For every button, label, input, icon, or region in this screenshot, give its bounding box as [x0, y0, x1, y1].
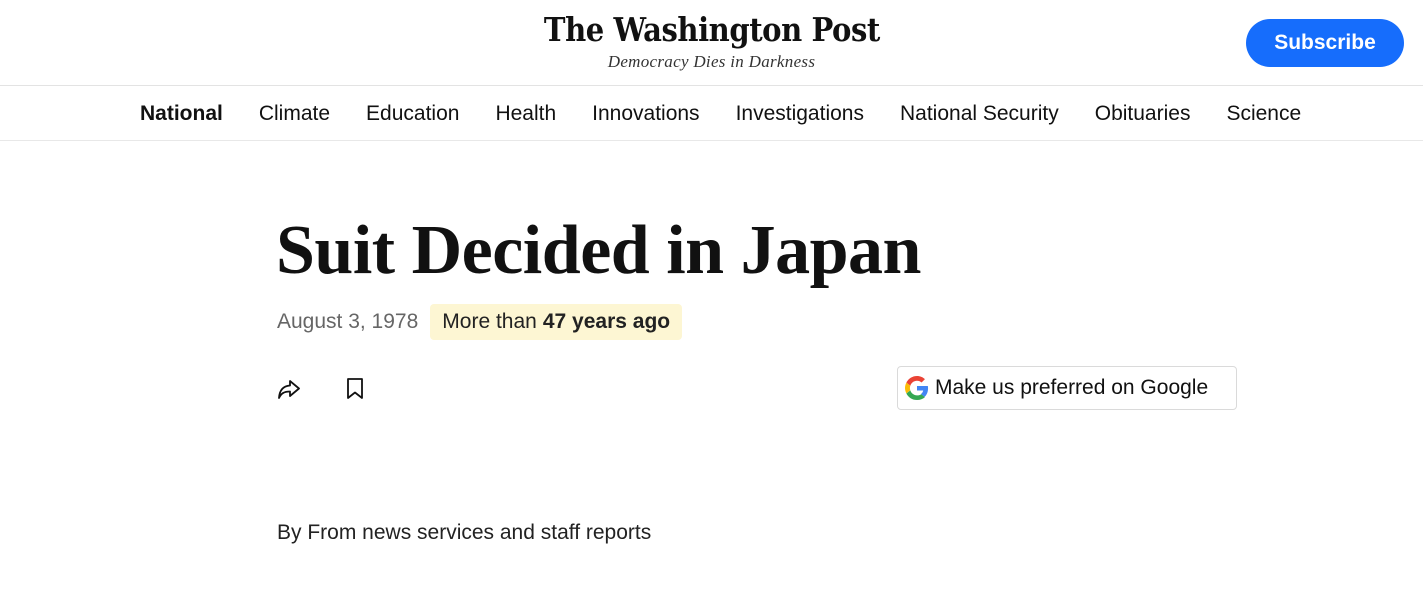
section-nav-list: National Climate Education Health Innova… — [140, 86, 1337, 141]
tagline: Democracy Dies in Darkness — [607, 52, 816, 71]
bookmark-icon — [347, 378, 363, 399]
article-byline: By From news services and staff reports — [277, 521, 652, 544]
logo-link[interactable]: The Washington Post — [0, 10, 1423, 50]
masthead: The Washington Post Democracy Dies in Da… — [0, 0, 1423, 86]
google-preferred-label: Make us preferred on Google — [935, 376, 1209, 399]
subscribe-button[interactable]: Subscribe — [1246, 19, 1404, 67]
nav-item-health[interactable]: Health — [495, 102, 556, 126]
google-preferred-button[interactable]: Make us preferred on Google — [897, 366, 1237, 410]
section-nav: National Climate Education Health Innova… — [0, 86, 1423, 141]
nav-item-science[interactable]: Science — [1226, 102, 1301, 126]
nav-item-obituaries[interactable]: Obituaries — [1095, 102, 1191, 126]
washington-post-logo[interactable]: The Washington Post — [544, 10, 880, 50]
nav-item-national-security[interactable]: National Security — [900, 102, 1059, 126]
nav-item-climate[interactable]: Climate — [259, 102, 330, 126]
nav-item-investigations[interactable]: Investigations — [736, 102, 864, 126]
article-age-badge: More than 47 years ago — [430, 304, 683, 340]
google-icon — [905, 376, 929, 400]
share-icon — [278, 380, 300, 399]
article-headline: Suit Decided in Japan — [276, 212, 921, 289]
article-meta: August 3, 1978 More than 47 years ago — [277, 304, 683, 340]
nav-item-innovations[interactable]: Innovations — [592, 102, 699, 126]
bookmark-button[interactable] — [344, 376, 366, 402]
age-prefix: More than — [442, 310, 537, 333]
age-value: 47 years ago — [542, 310, 671, 333]
publish-date: August 3, 1978 — [277, 310, 419, 333]
nav-item-education[interactable]: Education — [366, 102, 459, 126]
nav-item-national[interactable]: National — [140, 102, 223, 126]
share-button[interactable] — [276, 376, 302, 402]
